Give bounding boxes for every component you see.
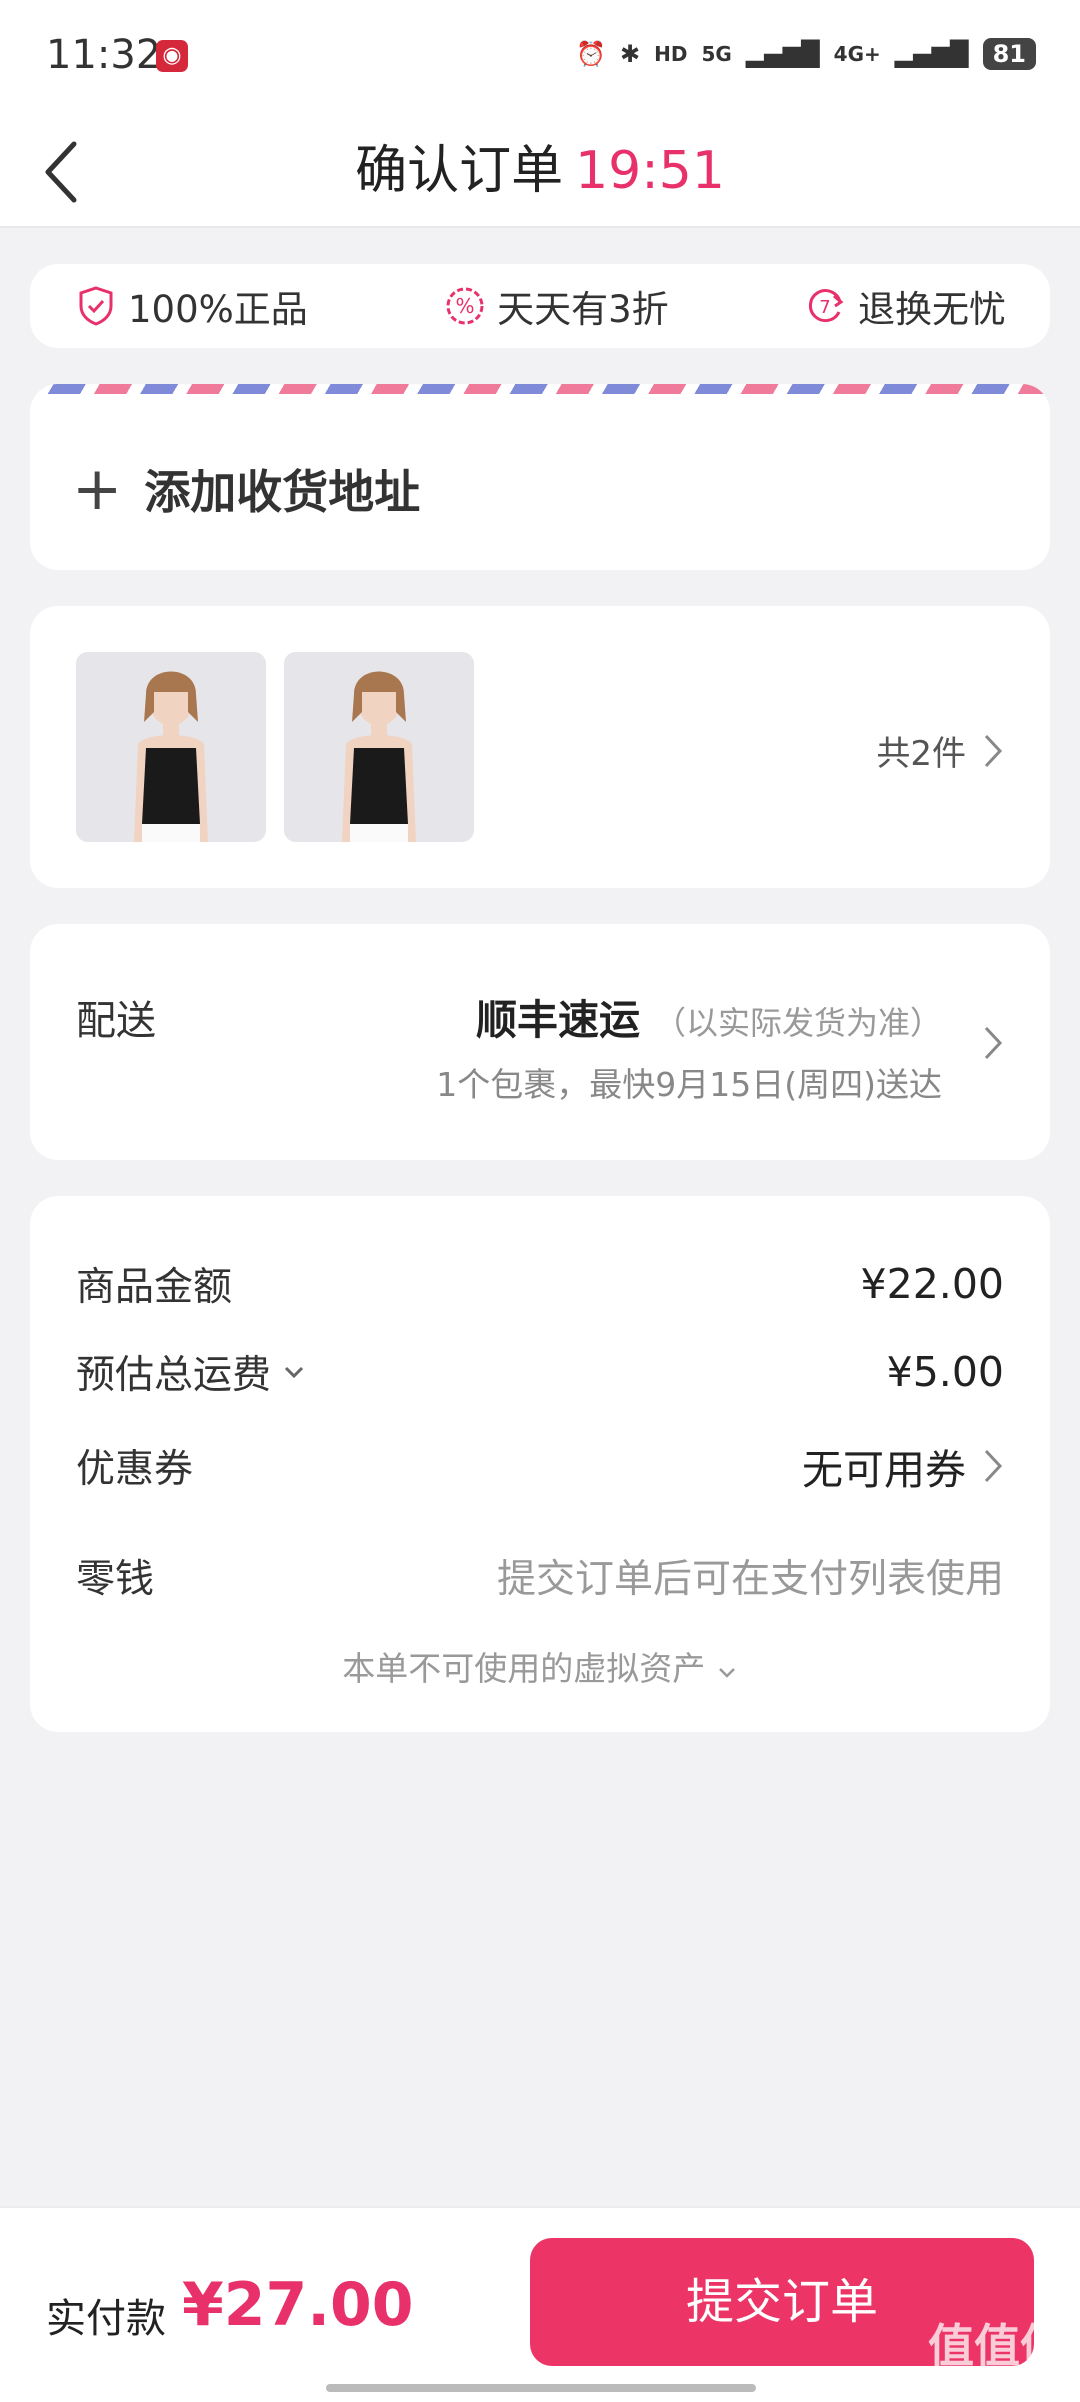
coupon-label: 优惠券 bbox=[76, 1447, 194, 1492]
product-thumbnail[interactable] bbox=[76, 652, 266, 842]
page-title: 确认订单 19:51 bbox=[0, 128, 1080, 203]
virtual-assets-toggle[interactable]: 本单不可使用的虚拟资产 bbox=[30, 1642, 1050, 1690]
plus-icon: + bbox=[72, 454, 123, 524]
add-address-card[interactable]: + 添加收货地址 bbox=[30, 384, 1050, 570]
pay-label: 实付款 bbox=[46, 2296, 166, 2342]
delivery-card[interactable]: 配送 顺丰速运 （以实际发货为准） 1个包裹，最快9月15日(周四)送达 bbox=[30, 924, 1050, 1160]
app-notification-icon: ◉ bbox=[156, 40, 188, 72]
return-icon: 7 bbox=[808, 289, 844, 323]
product-image bbox=[76, 652, 266, 842]
guarantee-discount-label: 天天有3折 bbox=[497, 288, 669, 331]
goods-amount-label: 商品金额 bbox=[76, 1265, 233, 1310]
change-row: 零钱 提交订单后可在支付列表使用 bbox=[76, 1548, 1004, 1604]
guarantee-authentic-label: 100%正品 bbox=[128, 288, 308, 331]
delivery-eta: 1个包裹，最快9月15日(周四)送达 bbox=[436, 1065, 942, 1104]
status-bar: 11:32 ◉ ⏰ ✱ HD 5G ▂▄▆█ 4G+ ▂▄▆█ 81 bbox=[0, 0, 1080, 110]
chevron-right-icon bbox=[984, 1449, 1003, 1483]
guarantee-return-label: 退换无忧 bbox=[857, 288, 1006, 331]
shipping-fee-label-group[interactable]: 预估总运费 bbox=[76, 1344, 305, 1400]
status-indicators: ⏰ ✱ HD 5G ▂▄▆█ 4G+ ▂▄▆█ 81 bbox=[576, 38, 1036, 70]
change-label: 零钱 bbox=[76, 1557, 155, 1602]
percent-badge-icon: % bbox=[446, 287, 484, 325]
delivery-carrier: 顺丰速运 （以实际发货为准） bbox=[476, 986, 942, 1046]
guarantee-discount: % 天天有3折 bbox=[443, 279, 669, 333]
svg-text:%: % bbox=[456, 294, 475, 318]
bluetooth-icon: ✱ bbox=[620, 40, 641, 68]
shipping-fee-value: ¥5.00 bbox=[886, 1348, 1004, 1396]
shipping-fee-row[interactable]: 预估总运费 ¥5.00 bbox=[76, 1344, 1004, 1400]
goods-amount-value: ¥22.00 bbox=[860, 1260, 1004, 1308]
watermark-url: zhizhizhi.com bbox=[930, 2368, 1066, 2392]
chevron-right-icon bbox=[984, 1026, 1003, 1060]
product-image bbox=[284, 652, 474, 842]
coupon-row[interactable]: 优惠券 无可用券 bbox=[76, 1436, 1004, 1496]
coupon-value-group[interactable]: 无可用券 bbox=[802, 1436, 1004, 1496]
shipping-fee-label: 预估总运费 bbox=[76, 1353, 272, 1398]
product-summary-card[interactable]: 共2件 bbox=[30, 606, 1050, 888]
change-hint: 提交订单后可在支付列表使用 bbox=[496, 1557, 1004, 1602]
checkout-bar: 实付款 ¥27.00 提交订单 bbox=[0, 2206, 1080, 2402]
add-address-row[interactable]: + 添加收货地址 bbox=[72, 456, 420, 522]
page-title-text: 确认订单 bbox=[355, 141, 564, 201]
product-thumbnail[interactable] bbox=[284, 652, 474, 842]
chevron-down-icon bbox=[718, 1668, 735, 1678]
home-indicator[interactable] bbox=[326, 2384, 756, 2392]
signal-icon-2: ▂▄▆█ bbox=[894, 40, 969, 68]
delivery-label: 配送 bbox=[76, 998, 156, 1044]
svg-text:7: 7 bbox=[819, 297, 830, 318]
coupon-value: 无可用券 bbox=[802, 1446, 966, 1494]
goods-amount-row: 商品金额 ¥22.00 bbox=[76, 1256, 1004, 1312]
add-address-label: 添加收货地址 bbox=[144, 465, 421, 519]
status-time: 11:32 bbox=[46, 32, 162, 78]
chevron-right-icon bbox=[984, 734, 1003, 767]
guarantee-strip: 100%正品 % 天天有3折 7 退换无忧 bbox=[30, 264, 1050, 348]
fees-card: 商品金额 ¥22.00 预估总运费 ¥5.00 优惠券 无可用券 零钱 提交订单… bbox=[30, 1196, 1050, 1732]
nav-bar: 确认订单 19:51 bbox=[0, 110, 1080, 228]
signal-icon: ▂▄▆█ bbox=[745, 40, 820, 68]
network-4g-indicator: 4G+ bbox=[833, 42, 881, 66]
shield-check-icon bbox=[79, 286, 113, 326]
network-5g-indicator: 5G bbox=[701, 42, 732, 66]
guarantee-authentic: 100%正品 bbox=[74, 279, 308, 333]
item-count-label: 共2件 bbox=[876, 734, 966, 774]
watermark-logo: 值值值 bbox=[928, 2319, 1066, 2373]
guarantee-return: 7 退换无忧 bbox=[804, 279, 1006, 333]
chevron-down-icon bbox=[284, 1366, 304, 1379]
pay-amount: ¥27.00 bbox=[182, 2270, 414, 2340]
alarm-icon: ⏰ bbox=[576, 40, 607, 68]
back-arrow-icon[interactable] bbox=[40, 130, 110, 210]
carrier-name: 顺丰速运 bbox=[475, 996, 640, 1044]
airmail-border bbox=[30, 384, 1050, 394]
hd-indicator: HD bbox=[654, 42, 688, 66]
battery-level: 81 bbox=[982, 38, 1036, 70]
virtual-assets-label: 本单不可使用的虚拟资产 bbox=[342, 1649, 706, 1688]
carrier-note: （以实际发货为准） bbox=[653, 1004, 942, 1042]
countdown-timer: 19:51 bbox=[575, 141, 725, 201]
item-count[interactable]: 共2件 bbox=[876, 726, 1004, 775]
